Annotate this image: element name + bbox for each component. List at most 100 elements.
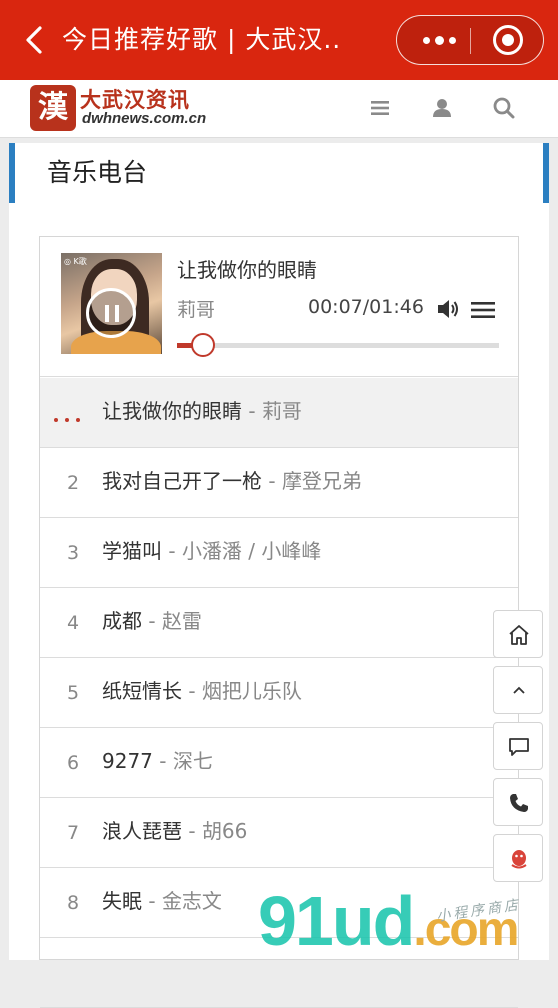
search-icon — [493, 97, 515, 119]
playlist-row[interactable]: 6 9277 - 深七 — [40, 728, 518, 798]
track-number: 6 — [66, 752, 80, 774]
qq-icon — [511, 850, 527, 869]
capsule-menu — [396, 15, 544, 65]
track-separator: - — [152, 749, 173, 773]
hamburger-icon — [371, 101, 389, 115]
track-title: 让我做你的眼睛 — [102, 399, 242, 423]
song-artist: 莉哥 — [177, 299, 216, 321]
watermark: 91ud.com 小程序商店 — [258, 882, 558, 960]
phone-icon — [510, 794, 528, 812]
comment-button[interactable] — [493, 722, 543, 770]
logo-domain: dwhnews.com.cn — [82, 110, 207, 127]
phone-button[interactable] — [493, 778, 543, 826]
home-button[interactable] — [493, 610, 543, 658]
capsule-divider — [470, 28, 471, 54]
now-playing-icon — [54, 410, 94, 422]
chevron-up-icon — [513, 686, 525, 694]
user-button[interactable] — [428, 94, 456, 122]
track-artist: 深七 — [172, 749, 213, 773]
track-separator: - — [182, 819, 202, 843]
playlist-row[interactable]: 3 学猫叫 - 小潘潘 / 小峰峰 — [40, 518, 518, 588]
more-button[interactable] — [409, 16, 469, 64]
logo-mark[interactable]: 漢 — [30, 85, 76, 131]
album-cover[interactable]: ◎ K歌 — [61, 253, 162, 354]
track-artist: 赵雷 — [161, 609, 202, 633]
track-number: 3 — [66, 542, 80, 564]
playlist-row[interactable]: 5 纸短情长 - 烟把儿乐队 — [40, 658, 518, 728]
now-playing-dot — [76, 418, 80, 422]
music-radio-panel: 音乐电台 ◎ K歌 让我做你的眼睛 莉哥 00:07/01:46 让我做你的眼睛… — [9, 143, 549, 1008]
record-icon — [502, 34, 514, 46]
site-header: 漢 大武汉资讯 dwhnews.com.cn — [0, 80, 558, 138]
pause-button[interactable] — [86, 288, 136, 338]
track-title: 9277 — [102, 749, 153, 773]
track-title: 失眠 — [102, 889, 142, 913]
track-title: 学猫叫 — [102, 539, 162, 563]
more-dot-icon — [448, 36, 456, 44]
track-separator: - — [142, 609, 162, 633]
more-dot-icon — [422, 36, 430, 44]
track-text: 成都 - 赵雷 — [102, 588, 202, 654]
volume-icon[interactable] — [436, 297, 460, 321]
track-text: 失眠 - 金志文 — [102, 868, 222, 934]
panel-accent-bar-right — [543, 143, 549, 203]
track-separator: - — [162, 539, 182, 563]
track-title: 纸短情长 — [102, 679, 182, 703]
music-player: ◎ K歌 让我做你的眼睛 莉哥 00:07/01:46 让我做你的眼睛 - 莉哥… — [39, 236, 519, 1008]
user-icon — [433, 99, 451, 117]
window-title: 今日推荐好歌 | 大武汉.. — [62, 25, 342, 54]
pause-icon — [115, 305, 119, 322]
now-playing: ◎ K歌 让我做你的眼睛 莉哥 00:07/01:46 — [40, 237, 518, 377]
playlist-row[interactable]: 2 我对自己开了一枪 - 摩登兄弟 — [40, 448, 518, 518]
track-number: 2 — [66, 472, 80, 494]
pause-icon — [105, 305, 109, 322]
track-text: 浪人琵琶 - 胡66 — [102, 798, 247, 864]
playlist-row[interactable]: 7 浪人琵琶 - 胡66 — [40, 798, 518, 868]
track-text: 纸短情长 - 烟把儿乐队 — [102, 658, 302, 724]
cover-tag: ◎ K歌 — [64, 257, 87, 266]
menu-button[interactable] — [366, 94, 394, 122]
track-artist: 摩登兄弟 — [281, 469, 362, 493]
search-button[interactable] — [490, 94, 518, 122]
track-text: 9277 - 深七 — [102, 728, 213, 794]
top-navigation-bar: 今日推荐好歌 | 大武汉.. — [0, 0, 558, 80]
watermark-main: 91ud.com — [258, 882, 519, 969]
track-artist: 莉哥 — [261, 399, 302, 423]
progress-handle[interactable] — [190, 333, 215, 357]
comment-icon — [509, 738, 529, 756]
track-artist: 胡66 — [201, 819, 248, 843]
now-playing-dot — [54, 418, 58, 422]
track-separator: - — [182, 679, 202, 703]
qq-button[interactable] — [493, 834, 543, 882]
progress-slider[interactable] — [177, 333, 499, 357]
track-number: 8 — [66, 892, 80, 914]
track-separator: - — [262, 469, 282, 493]
track-text: 我对自己开了一枪 - 摩登兄弟 — [102, 448, 362, 514]
scroll-top-button[interactable] — [493, 666, 543, 714]
now-playing-dot — [65, 418, 69, 422]
track-artist: 烟把儿乐队 — [201, 679, 302, 703]
panel-accent-bar — [9, 143, 15, 203]
track-separator: - — [142, 889, 162, 913]
track-title: 我对自己开了一枪 — [102, 469, 262, 493]
track-number: 7 — [66, 822, 80, 844]
playlist-row[interactable]: 4 成都 - 赵雷 — [40, 588, 518, 658]
chevron-left-icon — [26, 26, 42, 54]
watermark-brand: 91ud — [258, 882, 415, 960]
panel-title: 音乐电台 — [47, 158, 148, 187]
playback-time: 00:07/01:46 — [308, 296, 424, 318]
close-miniprogram-button[interactable] — [493, 25, 523, 55]
track-separator: - — [242, 399, 262, 423]
track-text: 学猫叫 - 小潘潘 / 小峰峰 — [102, 518, 321, 584]
home-icon — [509, 625, 529, 645]
playlist-row[interactable]: 让我做你的眼睛 - 莉哥 — [40, 378, 518, 448]
track-artist: 小潘潘 / 小峰峰 — [181, 539, 322, 563]
track-artist: 金志文 — [161, 889, 222, 913]
playlist-icon[interactable] — [470, 299, 496, 321]
more-dot-icon — [434, 35, 444, 45]
track-number: 4 — [66, 612, 80, 634]
track-number: 5 — [66, 682, 80, 704]
track-text: 让我做你的眼睛 - 莉哥 — [102, 378, 302, 444]
track-title: 成都 — [102, 609, 142, 633]
back-button[interactable] — [18, 22, 52, 58]
